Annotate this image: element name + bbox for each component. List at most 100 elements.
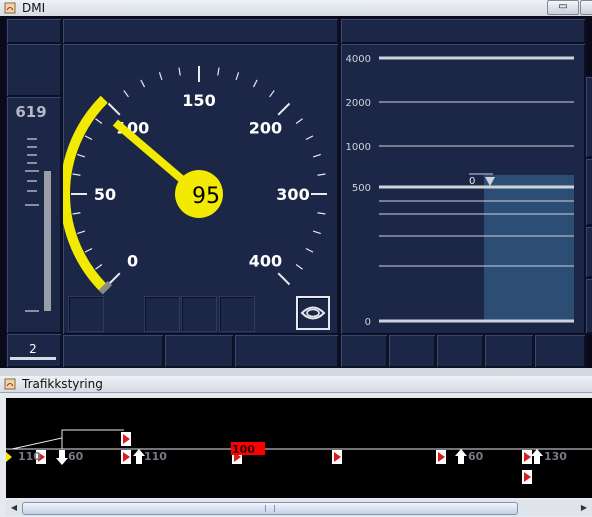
status-slot-2 [144,296,180,332]
distance-label-1000: 1000 [346,142,371,153]
planning-chart: 4000 2000 1000 500 0 0 [346,54,574,328]
dial-tick [123,90,129,98]
distance-label-0: 0 [365,317,371,328]
dial-tick [312,153,321,158]
java-app-icon [4,378,16,390]
dial-tick [72,212,81,215]
chevron-left-icon: ◀ [10,503,18,512]
side-button-2[interactable] [585,158,592,226]
eye-button[interactable] [296,296,330,330]
dial-tick [72,173,81,176]
dial-tick [217,67,220,76]
distance-to-target-panel: 619 [6,96,62,334]
dial-tick [77,153,86,158]
dial-tick [305,135,314,141]
dial-tick [269,90,275,98]
track-speed-label: 110 [144,450,167,463]
dial-tick [295,264,303,270]
dial-tick [295,118,303,124]
distance-bar-fill [44,171,51,311]
dmi-slot-a2 [6,43,62,97]
dmi-bottom-slot-2 [164,334,234,368]
side-button-1[interactable] [585,76,592,158]
dial-tick [277,102,291,116]
traffic-titlebar: Trafikkstyring [0,376,592,393]
dial-scale-label: 150 [182,91,215,110]
status-slot-3 [181,296,217,332]
dial-tick [95,264,103,270]
dmi-top-strip [62,18,339,44]
speedometer-panel: 0 50 100 150 200 300 400 95 [62,43,339,335]
dmi-bottom-slot-1 [62,334,164,368]
scrollbar-thumb[interactable] [22,502,518,515]
dmi-panel: 619 2 0 50 100 150 200 300 400 95 4000 2… [0,16,592,368]
planning-bottom-slot-3 [436,334,484,368]
signal-markers [36,432,532,484]
dial-tick [317,212,326,215]
chevron-right-icon: ▶ [580,503,588,512]
distance-bar-svg [25,138,51,312]
minimize-icon: ▭ [558,1,568,12]
dmi-window-title: DMI [22,1,46,15]
minimize-button[interactable]: ▭ [547,0,579,15]
status-slot-4 [219,296,255,332]
dial-tick [312,230,321,235]
dial-scale-label: 300 [276,185,309,204]
dial-tick [107,102,121,116]
planning-top-strip [340,18,586,44]
dial-tick [305,247,314,253]
distance-label-2000: 2000 [346,98,371,109]
dial-tick [178,67,181,76]
dial-tick [107,272,121,286]
distance-value: 619 [15,103,47,121]
dial-tick [84,135,93,141]
planning-bottom-slot-4 [484,334,534,368]
planning-area: 4000 2000 1000 500 0 0 [340,43,586,335]
horizontal-scrollbar[interactable]: ◀ ▶ [6,500,592,516]
track-diagram: 110 60 110 100 60 130 [6,429,592,484]
dial-scale-label: 200 [249,119,282,138]
dial-tick [317,173,326,176]
track-view: 110 60 110 100 60 130 [6,398,592,498]
planning-speed-block [484,175,574,321]
traffic-window-title: Trafikkstyring [22,377,103,391]
dial-tick [84,247,93,253]
dmi-titlebar: DMI ▭ [0,0,592,17]
distance-label-4000: 4000 [346,54,371,65]
maximize-button[interactable] [580,0,592,15]
dmi-slot-a1 [6,18,62,44]
track-speed-label: 100 [232,443,255,456]
traffic-window: Trafikkstyring 110 60 110 100 60 130 ◀ ▶ [0,376,592,517]
dmi-bottom-slot-3 [234,334,339,368]
track-speed-label: 60 [68,450,84,463]
planning-bottom-slot-5 [534,334,586,368]
planning-bottom-slot-2 [388,334,436,368]
level-indicator: 2 [10,343,56,360]
java-app-icon [4,2,16,14]
eye-icon [300,306,326,320]
dial-scale-label: 400 [249,251,282,270]
dial-tick [235,72,240,81]
current-speed-digits: 95 [192,184,220,209]
status-slot-1 [68,296,104,332]
speed-target-label: 0 [469,176,475,187]
distance-label-500: 500 [352,183,371,194]
planning-bottom-slot-1 [340,334,388,368]
dial-tick [140,79,146,88]
side-button-3[interactable] [585,226,592,278]
speedometer-dial: 050100150200300400 95 [63,66,327,295]
scroll-right-button[interactable]: ▶ [578,502,590,513]
track-speed-label: 110 [18,450,41,463]
track-speed-label: 60 [468,450,484,463]
train-position-marker [6,452,12,462]
grip-icon [265,505,275,512]
dial-tick [95,118,103,124]
scroll-left-button[interactable]: ◀ [8,502,20,513]
dial-scale-label: 50 [94,185,116,204]
dial-tick [277,272,291,286]
dial-scale-label: 0 [127,251,138,270]
dial-tick [252,79,258,88]
mode-panel: 2 [6,333,62,368]
dial-tick [77,230,86,235]
side-button-4[interactable] [585,278,592,334]
